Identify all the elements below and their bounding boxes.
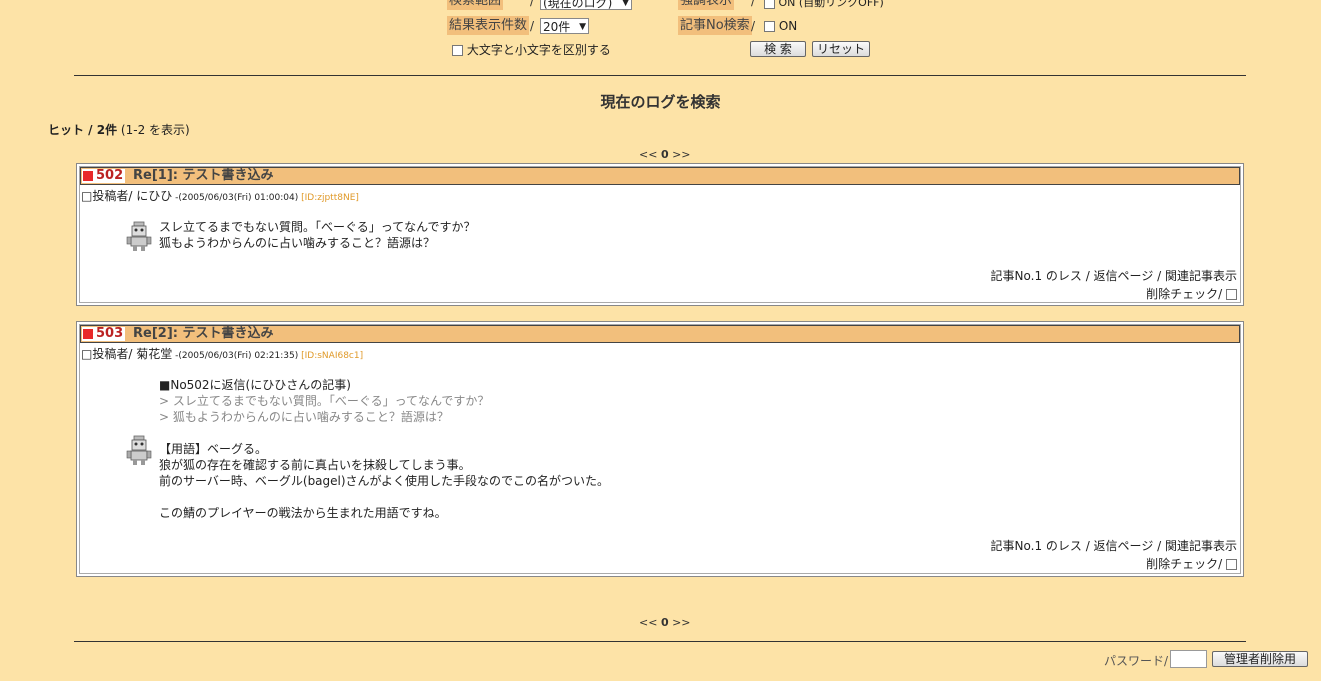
result-count-label: 結果表示件数 <box>447 16 530 35</box>
post-number: 502 <box>82 168 126 183</box>
author-prefix: □投稿者/ <box>81 189 137 203</box>
divider <box>74 75 1246 76</box>
post-line: 狼が狐の存在を確認する前に真占いを抹殺してしまう事。 <box>159 458 471 472</box>
result-count-select[interactable]: 20件 ▼ <box>540 18 589 34</box>
post-title: Re[2]: テスト書き込み <box>133 326 274 341</box>
pager-bottom: << 0 >> <box>639 616 691 629</box>
post-503: 503 Re[2]: テスト書き込み □投稿者/ 菊花堂 -(2005/06/0… <box>76 321 1244 577</box>
highlight-label: 強調表示 <box>678 0 735 10</box>
post-id: [ID:zjptt8NE] <box>298 193 359 203</box>
slash: / <box>530 0 535 8</box>
post-body: ■No502に返信(にひひさんの記事) > スレ立てるまでもない質問。「べーぐる… <box>159 377 609 521</box>
post-line: この鯖のプレイヤーの戦法から生まれた用語ですね。 <box>159 506 447 520</box>
red-square-icon <box>83 171 93 181</box>
pager-prev[interactable]: << <box>639 616 657 629</box>
article-no-search-label: 記事No検索 <box>678 16 752 35</box>
search-range-label: 検索範囲 <box>447 0 504 10</box>
case-sensitive-checkbox[interactable] <box>452 45 463 56</box>
post-author-line: □投稿者/ にひひ -(2005/06/03(Fri) 01:00:04) [I… <box>81 187 359 204</box>
hit-count: ヒット / 2件 <box>48 123 118 137</box>
delete-checkbox[interactable] <box>1226 289 1237 300</box>
red-square-icon <box>83 329 93 339</box>
post-line: 前のサーバー時、ベーグル(bagel)さんがよく使用した手段なのでこの名がついた… <box>159 474 609 488</box>
search-range-select[interactable]: (現在のログ) ▼ <box>540 0 632 10</box>
post-title-bar: 503 Re[2]: テスト書き込み <box>80 325 1240 343</box>
post-line: 【用語】ベーグる。 <box>159 442 268 456</box>
post-number-text: 503 <box>96 326 124 341</box>
highlight-option-label: ON (自動リンクOFF) <box>778 0 884 9</box>
article-no-search-option[interactable]: ON <box>764 19 797 33</box>
results-heading: 現在のログを検索 <box>600 93 721 111</box>
post-footer-links[interactable]: 記事No.1 のレス / 返信ページ / 関連記事表示 <box>991 537 1237 554</box>
chevron-down-icon: ▼ <box>622 0 629 8</box>
highlight-checkbox[interactable] <box>764 0 775 9</box>
post-title-bar: 502 Re[1]: テスト書き込み <box>80 167 1240 185</box>
article-no-search-option-label: ON <box>778 19 798 33</box>
result-count-value: 20件 <box>543 20 571 34</box>
post-line: スレ立てるまでもない質問。「べーぐる」ってなんですか？ <box>159 220 476 234</box>
post-number-text: 502 <box>96 168 124 183</box>
reset-button[interactable]: リセット <box>812 41 870 57</box>
post-502: 502 Re[1]: テスト書き込み □投稿者/ にひひ -(2005/06/0… <box>76 163 1244 306</box>
slash: / <box>751 0 756 8</box>
hit-range: (1-2 を表示) <box>120 123 190 137</box>
post-author-line: □投稿者/ 菊花堂 -(2005/06/03(Fri) 02:21:35) [I… <box>81 345 363 362</box>
post-id: [ID:sNAI68c1] <box>298 351 364 361</box>
post-date: -(2005/06/03(Fri) 02:21:35) <box>172 351 299 361</box>
slash: / <box>751 19 756 33</box>
highlight-option[interactable]: ON (自動リンクOFF) <box>764 0 884 10</box>
hit-summary: ヒット / 2件 (1-2 を表示) <box>48 121 190 138</box>
post-body: スレ立てるまでもない質問。「べーぐる」ってなんですか？ 狐もようわからんのに占い… <box>159 219 476 251</box>
post-date: -(2005/06/03(Fri) 01:00:04) <box>172 193 299 203</box>
case-sensitive-label: 大文字と小文字を区別する <box>466 43 611 57</box>
delete-checkbox[interactable] <box>1226 559 1237 570</box>
pager-current-page[interactable]: 0 <box>661 616 669 629</box>
delete-check-label: 削除チェック/ <box>1146 287 1223 301</box>
post-line: 狐もようわからんのに占い噛みすること？語源は？ <box>159 236 436 250</box>
article-no-search-checkbox[interactable] <box>764 21 775 32</box>
delete-check: 削除チェック/ <box>1146 285 1237 302</box>
quoted-line: > スレ立てるまでもない質問。「べーぐる」ってなんですか？ <box>159 394 490 408</box>
pager-top: << 0 >> <box>639 148 691 161</box>
author-prefix: □投稿者/ <box>81 347 137 361</box>
quoted-line: > 狐もようわからんのに占い噛みすること？語源は？ <box>159 410 449 424</box>
admin-delete-button[interactable]: 管理者削除用 <box>1212 651 1308 667</box>
robot-avatar-icon <box>126 435 152 465</box>
slash: / <box>530 19 535 33</box>
divider <box>74 641 1246 642</box>
search-range-value: (現在のログ) <box>543 0 613 10</box>
admin-password-label: パスワード/ <box>1104 654 1169 668</box>
chevron-down-icon: ▼ <box>579 22 586 32</box>
post-footer-links[interactable]: 記事No.1 のレス / 返信ページ / 関連記事表示 <box>991 267 1237 284</box>
pager-current-page[interactable]: 0 <box>661 148 669 161</box>
delete-check-label: 削除チェック/ <box>1146 557 1223 571</box>
author-name: にひひ <box>136 189 173 203</box>
post-title: Re[1]: テスト書き込み <box>133 168 274 183</box>
quote-header: ■No502に返信(にひひさんの記事) <box>159 378 351 392</box>
pager-next[interactable]: >> <box>672 148 690 161</box>
search-button[interactable]: 検 索 <box>750 41 806 57</box>
author-name: 菊花堂 <box>136 347 173 361</box>
robot-avatar-icon <box>126 221 152 251</box>
post-number: 503 <box>82 326 126 341</box>
pager-next[interactable]: >> <box>672 616 690 629</box>
pager-prev[interactable]: << <box>639 148 657 161</box>
delete-check: 削除チェック/ <box>1146 555 1237 572</box>
case-sensitive-option[interactable]: 大文字と小文字を区別する <box>452 41 611 58</box>
post-line <box>159 489 609 505</box>
admin-password-input[interactable] <box>1170 650 1207 668</box>
